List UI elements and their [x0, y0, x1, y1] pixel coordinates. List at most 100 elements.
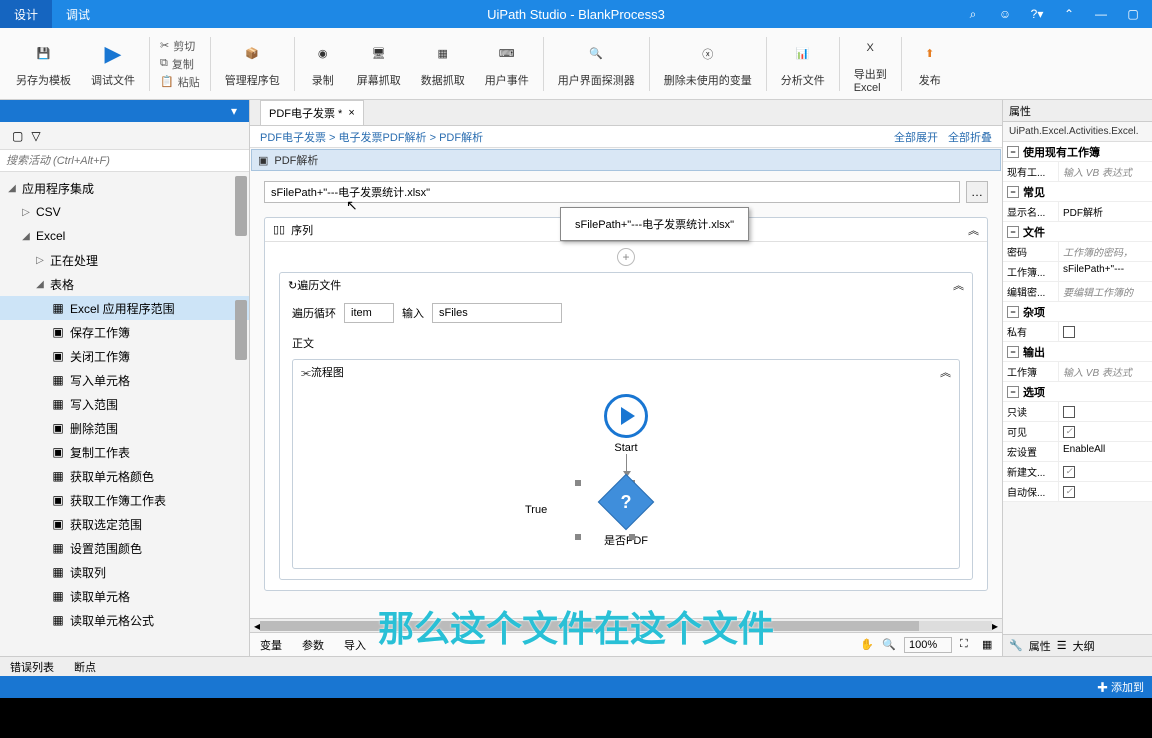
filter-icon[interactable]: ▽	[31, 129, 40, 143]
tree-activity[interactable]: ▦读取列	[0, 560, 249, 584]
tree-activity[interactable]: ▦Excel 应用程序范围	[0, 296, 249, 320]
tree-category[interactable]: ▷正在处理	[0, 248, 249, 272]
prop-value[interactable]: ✓	[1059, 462, 1152, 481]
collapse-icon[interactable]: ︽	[968, 222, 979, 238]
manage-packages-button[interactable]: 📦管理程序包	[215, 36, 290, 92]
zoom-icon[interactable]: 🔍	[882, 638, 896, 652]
errors-tab[interactable]: 错误列表	[0, 659, 64, 675]
tree-activity[interactable]: ▣删除范围	[0, 416, 249, 440]
help-icon[interactable]: ?▾	[1028, 5, 1046, 23]
tree-activity[interactable]: ▣获取选定范围	[0, 512, 249, 536]
scrollbar-thumb[interactable]	[235, 176, 247, 236]
prop-value[interactable]: 要编辑工作簿的	[1059, 282, 1152, 301]
prop-value[interactable]: PDF解析	[1059, 202, 1152, 221]
maximize-icon[interactable]: ▢	[1124, 5, 1142, 23]
prop-value[interactable]: 输入 VB 表达式	[1059, 162, 1152, 181]
tree-activity[interactable]: ▦写入单元格	[0, 368, 249, 392]
collapse-ribbon-icon[interactable]: ⌃	[1060, 5, 1078, 23]
tree-activity[interactable]: ▦读取单元格公式	[0, 608, 249, 632]
browse-button[interactable]: …	[966, 181, 988, 203]
breakpoints-tab[interactable]: 断点	[64, 659, 106, 675]
crumb[interactable]: 电子发票PDF解析	[339, 132, 427, 144]
sequence-activity[interactable]: ▯▯序列 ︽ + ↻遍历文件 ︽ 遍历循环 输入 正文	[264, 217, 988, 591]
prop-category[interactable]: −使用现有工作簿	[1003, 142, 1152, 162]
imports-tab[interactable]: 导入	[334, 633, 376, 656]
prop-value[interactable]: EnableAll	[1059, 442, 1152, 461]
add-activity-button[interactable]: +	[617, 248, 635, 266]
crumb[interactable]: PDF电子发票	[260, 132, 326, 144]
paste-button[interactable]: 📋 粘贴	[160, 74, 200, 90]
screen-scraping-button[interactable]: 🖥屏幕抓取	[347, 36, 411, 92]
filepath-input[interactable]	[264, 181, 960, 203]
search-input[interactable]	[0, 150, 249, 171]
overview-icon[interactable]: ▦	[982, 638, 996, 652]
panel-view-icon[interactable]: ▢	[12, 129, 23, 143]
collapse-icon[interactable]: ︽	[953, 277, 964, 293]
arguments-tab[interactable]: 参数	[292, 633, 334, 656]
save-as-template-button[interactable]: 💾另存为模板	[6, 36, 81, 92]
prop-value[interactable]: ✓	[1059, 422, 1152, 441]
start-node[interactable]	[604, 394, 648, 438]
publish-button[interactable]: ⬆发布	[906, 36, 954, 92]
collapse-all-link[interactable]: 全部折叠	[948, 129, 992, 145]
prop-category[interactable]: −文件	[1003, 222, 1152, 242]
record-button[interactable]: ◉录制	[299, 36, 347, 92]
search-icon[interactable]: ⌕	[964, 5, 982, 23]
prop-category[interactable]: −杂项	[1003, 302, 1152, 322]
prop-category[interactable]: −选项	[1003, 382, 1152, 402]
analyze-file-button[interactable]: 📊分析文件	[771, 36, 835, 92]
properties-tab[interactable]: 属性	[1029, 638, 1051, 654]
crumb[interactable]: PDF解析	[439, 132, 483, 144]
tree-activity[interactable]: ▣保存工作簿	[0, 320, 249, 344]
scrollbar-thumb[interactable]	[235, 300, 247, 360]
pin-icon[interactable]: ▾	[231, 104, 245, 118]
debug-file-button[interactable]: ▶调试文件	[81, 36, 145, 92]
activity-tree[interactable]: ◢应用程序集成 ▷CSV ◢Excel ▷正在处理 ◢表格 ▦Excel 应用程…	[0, 172, 249, 656]
prop-value[interactable]	[1059, 402, 1152, 421]
minimize-icon[interactable]: —	[1092, 5, 1110, 23]
tree-activity[interactable]: ▣获取工作簿工作表	[0, 488, 249, 512]
fit-icon[interactable]: ⛶	[960, 638, 974, 652]
export-excel-button[interactable]: X导出到Excel	[844, 30, 897, 98]
tree-activity[interactable]: ▣关闭工作簿	[0, 344, 249, 368]
close-tab-icon[interactable]: ×	[348, 107, 354, 119]
collapse-icon[interactable]: ︽	[940, 364, 951, 380]
cut-button[interactable]: ✂ 剪切	[160, 38, 200, 54]
tree-activity[interactable]: ▦设置范围颜色	[0, 536, 249, 560]
tree-category[interactable]: ◢应用程序集成	[0, 176, 249, 200]
tree-category[interactable]: ▷CSV	[0, 200, 249, 224]
variables-tab[interactable]: 变量	[250, 633, 292, 656]
tree-category[interactable]: ◢Excel	[0, 224, 249, 248]
prop-value[interactable]	[1059, 322, 1152, 341]
user-icon[interactable]: ☺	[996, 5, 1014, 23]
prop-value[interactable]: ✓	[1059, 482, 1152, 501]
outline-tab[interactable]: 大纲	[1073, 638, 1095, 654]
tree-activity[interactable]: ▣复制工作表	[0, 440, 249, 464]
ui-explorer-button[interactable]: 🔍用户界面探测器	[548, 36, 645, 92]
flowchart-activity[interactable]: ⫘流程图 ︽ Start True ? 是否PDF	[292, 359, 960, 569]
wrench-icon[interactable]: 🔧	[1009, 639, 1023, 652]
prop-category[interactable]: −常见	[1003, 182, 1152, 202]
foreach-activity[interactable]: ↻遍历文件 ︽ 遍历循环 输入 正文 ⫘流程图 ︽	[279, 272, 973, 580]
tree-activity[interactable]: ▦获取单元格颜色	[0, 464, 249, 488]
tree-category[interactable]: ◢表格	[0, 272, 249, 296]
prop-value[interactable]: 输入 VB 表达式	[1059, 362, 1152, 381]
tree-activity[interactable]: ▦写入范围	[0, 392, 249, 416]
document-tab[interactable]: PDF电子发票 *×	[260, 100, 364, 125]
prop-value[interactable]: 工作簿的密码，	[1059, 242, 1152, 261]
prop-category[interactable]: −输出	[1003, 342, 1152, 362]
loop-var-input[interactable]	[344, 303, 394, 323]
menu-debug[interactable]: 调试	[52, 0, 104, 28]
menu-design[interactable]: 设计	[0, 0, 52, 28]
copy-button[interactable]: ⧉ 复制	[160, 56, 200, 72]
zoom-value[interactable]: 100%	[904, 637, 952, 653]
remove-unused-vars-button[interactable]: ⓧ删除未使用的变量	[654, 36, 762, 92]
pan-icon[interactable]: ✋	[860, 638, 874, 652]
add-to-button[interactable]: ✚ 添加到	[1097, 679, 1144, 695]
user-events-button[interactable]: ⌨用户事件	[475, 36, 539, 92]
tree-activity[interactable]: ▦读取单元格	[0, 584, 249, 608]
activity-header[interactable]: ▣ PDF解析	[251, 149, 1001, 171]
outline-icon[interactable]: ☰	[1057, 639, 1067, 652]
data-scraping-button[interactable]: ▦数据抓取	[411, 36, 475, 92]
in-collection-input[interactable]	[432, 303, 562, 323]
